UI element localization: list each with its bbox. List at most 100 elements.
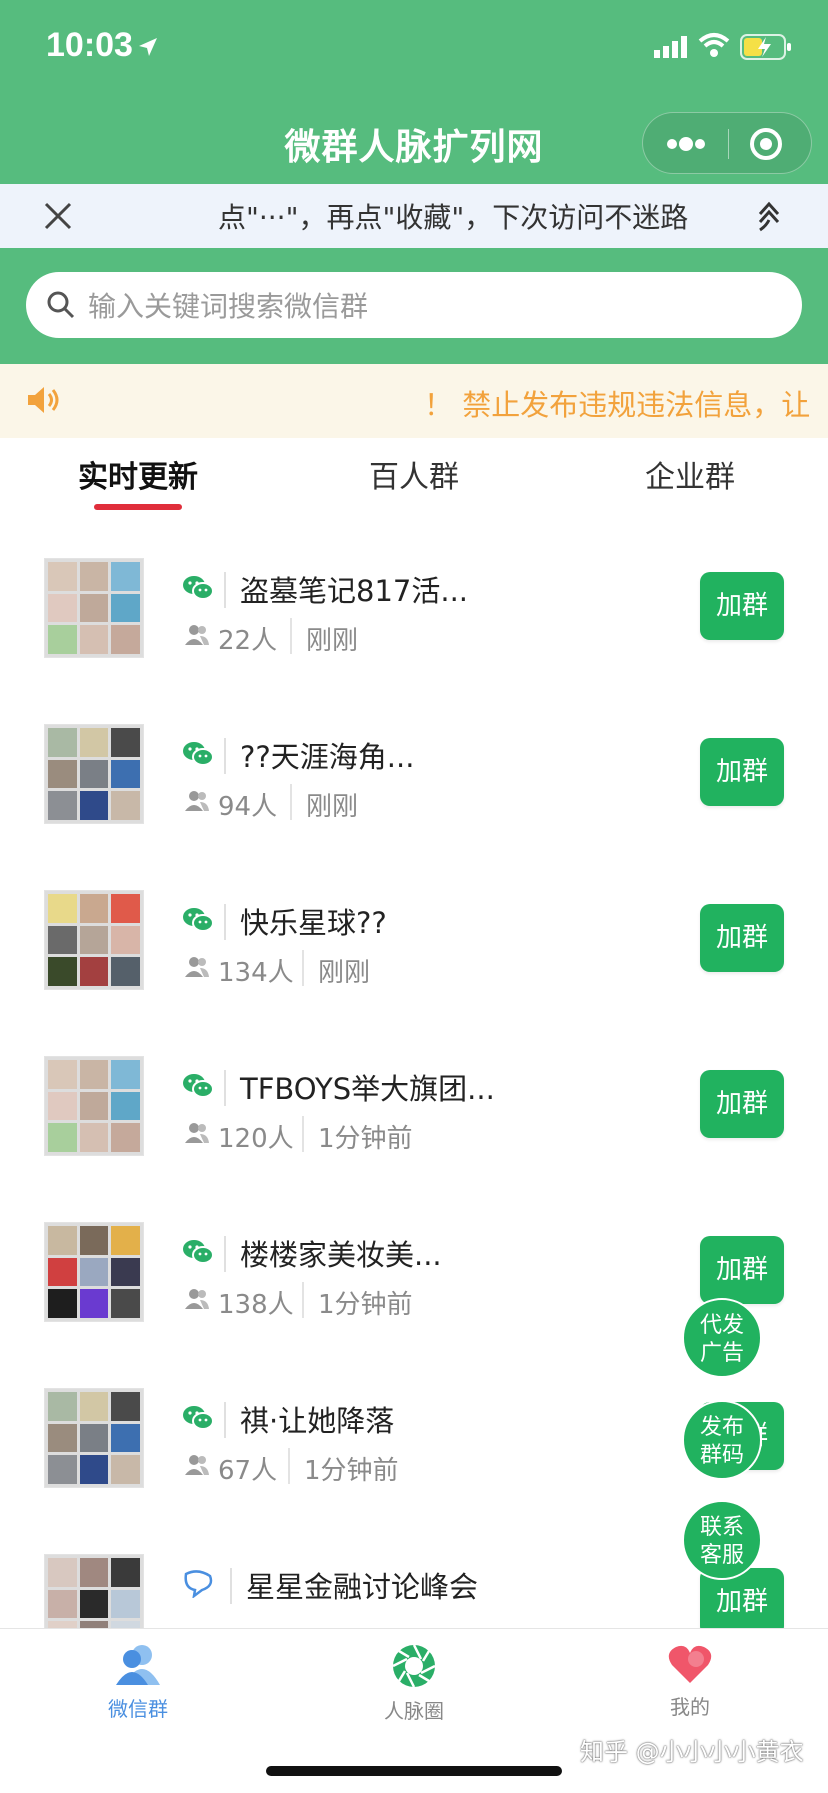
wechat-icon (183, 908, 214, 932)
wifi-icon (698, 33, 730, 57)
divider (224, 572, 226, 608)
divider (302, 950, 304, 986)
aperture-icon (392, 1644, 436, 1688)
list-item[interactable]: 盗墓笔记817活... 22人 刚刚 加群 (0, 518, 828, 684)
divider (290, 618, 292, 654)
join-group-button[interactable]: 加群 (700, 572, 784, 640)
list-item[interactable]: 快乐星球?? 134人 刚刚 加群 (0, 850, 828, 1016)
fab-label: 广告 (699, 1341, 744, 1366)
people-icon (116, 1645, 160, 1685)
divider (224, 904, 226, 940)
wechat-icon (183, 576, 214, 600)
battery-charging-icon (740, 34, 791, 60)
nav-bar: 微群人脉扩列网 (0, 100, 828, 184)
contact-support-button[interactable]: 联系 客服 (682, 1500, 762, 1580)
fab-label: 发布 (699, 1415, 744, 1440)
divider (302, 1282, 304, 1318)
tabbar-item-mine[interactable]: 我的 (552, 1643, 828, 1720)
tab-hundred-groups[interactable]: 百人群 (276, 452, 552, 496)
active-tab-indicator (94, 504, 182, 510)
member-count: 120人 (218, 1124, 294, 1154)
divider (224, 1070, 226, 1106)
group-avatar (44, 724, 144, 824)
search-icon (47, 291, 75, 319)
close-icon[interactable] (42, 200, 74, 232)
update-time: 刚刚 (306, 626, 359, 656)
tabbar-item-wechat-groups[interactable]: 微信群 (0, 1643, 276, 1722)
location-arrow-icon (139, 38, 157, 56)
list-item[interactable]: ??天涯海角... 94人 刚刚 加群 (0, 684, 828, 850)
tabbar-label: 人脉圈 (384, 1699, 444, 1723)
more-dots-icon[interactable] (665, 131, 707, 157)
group-avatar (44, 1554, 144, 1628)
up-arrow-icon (758, 201, 780, 232)
update-time: 1分钟前 (318, 1124, 413, 1154)
update-time: 刚刚 (318, 958, 371, 988)
post-ad-button[interactable]: 代发 广告 (682, 1298, 762, 1378)
notice-bar: ！ 禁止发布违规违法信息，让 (0, 364, 828, 438)
members-icon (185, 791, 209, 811)
members-icon (185, 1289, 209, 1309)
fab-label: 群码 (699, 1443, 744, 1468)
speaker-icon (28, 387, 59, 413)
target-icon[interactable] (749, 127, 783, 161)
heart-icon (668, 1645, 712, 1683)
join-group-button[interactable]: 加群 (700, 904, 784, 972)
join-group-button[interactable]: 加群 (700, 738, 784, 806)
fab-label: 客服 (699, 1543, 744, 1568)
category-tabs: 实时更新 百人群 企业群 (0, 438, 828, 518)
member-count: 22人 (218, 626, 278, 656)
search-input[interactable] (86, 272, 780, 340)
status-time: 10:03 (46, 26, 133, 64)
search-section (0, 248, 828, 364)
group-name: TFBOYS举大旗团... (240, 1072, 495, 1106)
notice-text: ！ 禁止发布违规违法信息，让 (424, 388, 811, 422)
divider (288, 1448, 290, 1484)
wechat-icon (183, 742, 214, 766)
divider (230, 1568, 232, 1604)
chat-bubble-icon (184, 1570, 213, 1598)
publish-group-qr-button[interactable]: 发布 群码 (682, 1400, 762, 1480)
mini-program-capsule (642, 112, 812, 174)
member-count: 138人 (218, 1290, 294, 1320)
join-group-button[interactable]: 加群 (700, 1236, 784, 1304)
members-icon (185, 1123, 209, 1143)
tab-realtime[interactable]: 实时更新 (0, 452, 276, 496)
status-bar: 10:03 (0, 0, 828, 100)
member-count: 67人 (218, 1456, 278, 1486)
home-indicator[interactable] (266, 1766, 562, 1776)
group-avatar (44, 1056, 144, 1156)
fab-label: 代发 (699, 1313, 744, 1338)
tabbar-item-network-circle[interactable]: 人脉圈 (276, 1643, 552, 1724)
group-avatar (44, 558, 144, 658)
divider (224, 1236, 226, 1272)
members-icon (185, 957, 209, 977)
members-icon (185, 625, 209, 645)
tab-enterprise-groups[interactable]: 企业群 (552, 452, 828, 496)
members-icon (185, 1455, 209, 1475)
update-time: 1分钟前 (304, 1456, 399, 1486)
tabbar-label: 我的 (670, 1695, 710, 1719)
group-avatar (44, 1388, 144, 1488)
wechat-icon (183, 1240, 214, 1264)
divider (302, 1116, 304, 1152)
group-name: 星星金融讨论峰会 (246, 1570, 479, 1604)
member-count: 94人 (218, 792, 278, 822)
fab-label: 联系 (699, 1515, 744, 1540)
divider (290, 784, 292, 820)
group-name: 盗墓笔记817活... (240, 574, 469, 608)
divider (224, 738, 226, 774)
favorite-tip-text: 点"···"，再点"收藏"，下次访问不迷路 (218, 201, 689, 234)
divider (224, 1402, 226, 1438)
update-time: 1分钟前 (318, 1290, 413, 1320)
list-item[interactable]: TFBOYS举大旗团... 120人 1分钟前 加群 (0, 1016, 828, 1182)
wechat-icon (183, 1074, 214, 1098)
group-name: 祺·让她降落 (240, 1404, 395, 1438)
tabbar-label: 微信群 (108, 1697, 168, 1721)
group-avatar (44, 1222, 144, 1322)
group-name: 快乐星球?? (240, 906, 387, 940)
group-avatar (44, 890, 144, 990)
join-group-button[interactable]: 加群 (700, 1070, 784, 1138)
member-count: 134人 (218, 958, 294, 988)
search-box[interactable] (26, 272, 802, 340)
